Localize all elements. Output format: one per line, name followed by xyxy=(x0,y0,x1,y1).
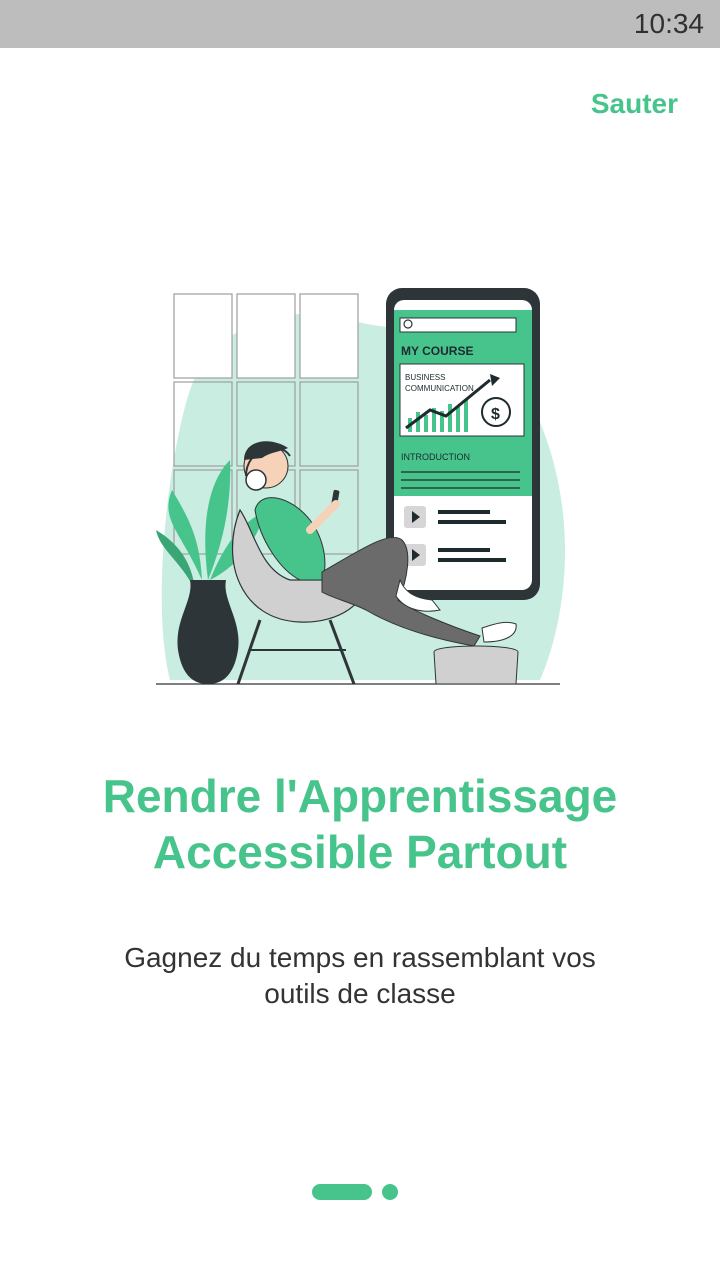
status-time: 10:34 xyxy=(633,8,704,39)
skip-button[interactable]: Sauter xyxy=(591,88,678,120)
card-line2: COMMUNICATION xyxy=(405,384,474,393)
onboarding-title: Rendre l'Apprentissage Accessible Partou… xyxy=(0,768,720,880)
status-bar: 10:34 xyxy=(0,0,720,48)
footstool-icon xyxy=(433,645,519,685)
title-line-2: Accessible Partout xyxy=(152,826,568,878)
section-label: INTRODUCTION xyxy=(401,452,470,462)
page-indicator-active[interactable] xyxy=(312,1184,372,1200)
card-line1: BUSINESS xyxy=(405,373,445,382)
onboarding-screen: 10:34 Sauter MY COURSE BUSINESS COMMUNIC… xyxy=(0,0,720,1280)
onboarding-subtitle: Gagnez du temps en rassemblant vos outil… xyxy=(124,942,596,1009)
page-indicator-dot[interactable] xyxy=(382,1184,398,1200)
title-line-1: Rendre l'Apprentissage xyxy=(102,770,618,822)
phone-icon: MY COURSE BUSINESS COMMUNICATION $ INTRO… xyxy=(386,288,540,600)
dollar-icon: $ xyxy=(491,406,500,423)
phone-heading: MY COURSE xyxy=(401,344,473,358)
onboarding-illustration: MY COURSE BUSINESS COMMUNICATION $ INTRO… xyxy=(156,288,565,685)
